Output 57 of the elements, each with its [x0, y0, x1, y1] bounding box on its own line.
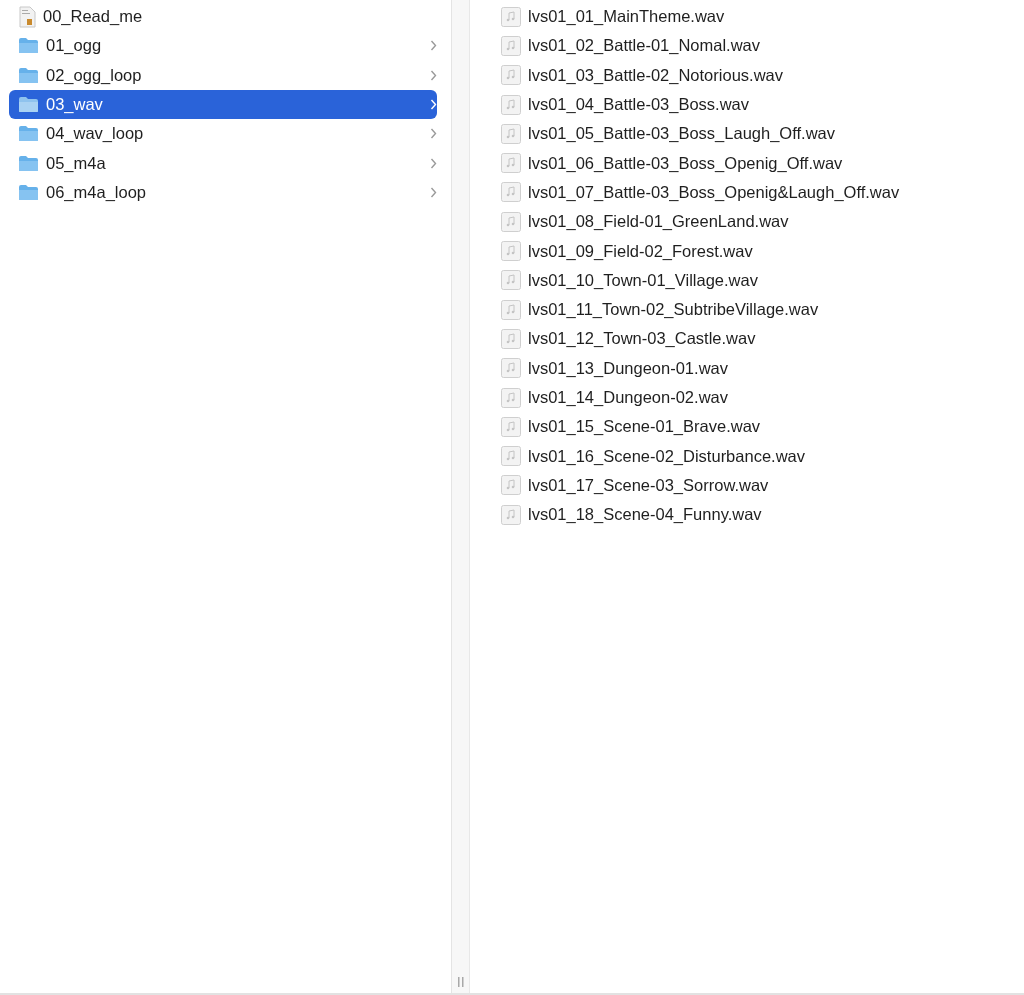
audio-file-icon	[501, 416, 521, 437]
audio-file-icon	[501, 446, 521, 467]
audio-file-icon	[501, 182, 521, 203]
file-list-item[interactable]: lvs01_03_Battle-02_Notorious.wav	[492, 60, 1024, 90]
folder-list-item[interactable]: 05_m4a	[9, 148, 437, 178]
audio-file-icon	[501, 475, 521, 496]
audio-file-icon	[501, 153, 521, 174]
audio-file-icon	[501, 6, 521, 27]
folder-icon	[18, 125, 39, 143]
chevron-icon	[430, 128, 437, 140]
audio-file-icon	[501, 387, 521, 408]
chevron-icon	[430, 69, 437, 81]
chevron-icon	[430, 99, 437, 111]
file-list-item[interactable]: lvs01_10_Town-01_Village.wav	[492, 265, 1024, 295]
chevron-icon	[430, 40, 437, 52]
folder-icon	[18, 96, 39, 114]
audio-file-icon	[501, 94, 521, 115]
file-list-item[interactable]: lvs01_15_Scene-01_Brave.wav	[492, 412, 1024, 442]
folder-list-item[interactable]: 06_m4a_loop	[9, 177, 437, 208]
file-list-item[interactable]: lvs01_05_Battle-03_Boss_Laugh_Off.wav	[492, 119, 1024, 149]
audio-file-icon	[501, 270, 521, 291]
file-list-item[interactable]: lvs01_18_Scene-04_Funny.wav	[492, 500, 1024, 530]
chevron-icon	[430, 157, 437, 169]
file-list-item[interactable]: lvs01_07_Battle-03_Boss_Openig&Laugh_Off.wav	[492, 177, 1024, 208]
file-list-item[interactable]: lvs01_09_Field-02_Forest.wav	[492, 236, 1024, 266]
audio-file-icon	[501, 299, 521, 320]
audio-file-icon	[501, 504, 521, 525]
folder-list-item[interactable]: 02_ogg_loop	[9, 60, 437, 90]
file-list-item[interactable]: lvs01_12_Town-03_Castle.wav	[492, 324, 1024, 354]
folder-icon	[18, 66, 39, 84]
file-list-item[interactable]: lvs01_01_MainTheme.wav	[492, 2, 1024, 32]
file-list-item[interactable]: lvs01_17_Scene-03_Sorrow.wav	[492, 470, 1024, 501]
file-list-item[interactable]: lvs01_13_Dungeon-01.wav	[492, 353, 1024, 383]
folder-icon	[18, 37, 39, 55]
file-list-item[interactable]: lvs01_06_Battle-03_Boss_Openig_Off.wav	[492, 148, 1024, 178]
audio-file-icon	[501, 241, 521, 261]
audio-file-icon	[501, 358, 521, 379]
audio-file-icon	[501, 211, 521, 232]
file-list-item[interactable]: lvs01_11_Town-02_SubtribeVillage.wav	[492, 294, 1024, 325]
folder-list-item[interactable]: 04_wav_loop	[9, 119, 437, 149]
audio-file-icon	[501, 65, 521, 86]
file-list-item[interactable]: lvs01_08_Field-01_GreenLand.wav	[492, 207, 1024, 237]
audio-file-icon	[501, 123, 521, 144]
file-list-item[interactable]: lvs01_14_Dungeon-02.wav	[492, 382, 1024, 413]
file-list-item[interactable]: lvs01_02_Battle-01_Nomal.wav	[492, 31, 1024, 61]
document-icon	[18, 5, 36, 28]
folder-icon	[18, 183, 39, 201]
audio-file-icon	[501, 328, 521, 349]
chevron-icon	[430, 186, 437, 198]
folder-list-item[interactable]: 03_wav	[9, 89, 437, 120]
folder-icon	[18, 154, 39, 172]
file-list-item[interactable]: lvs01_16_Scene-02_Disturbance.wav	[492, 441, 1024, 471]
resize-handle-icon[interactable]	[457, 977, 464, 987]
folder-list-item[interactable]: 00_Read_me	[9, 2, 437, 32]
audio-file-icon	[501, 35, 521, 56]
folder-list-item[interactable]: 01_ogg	[9, 31, 437, 61]
file-list-item[interactable]: lvs01_04_Battle-03_Boss.wav	[492, 89, 1024, 120]
